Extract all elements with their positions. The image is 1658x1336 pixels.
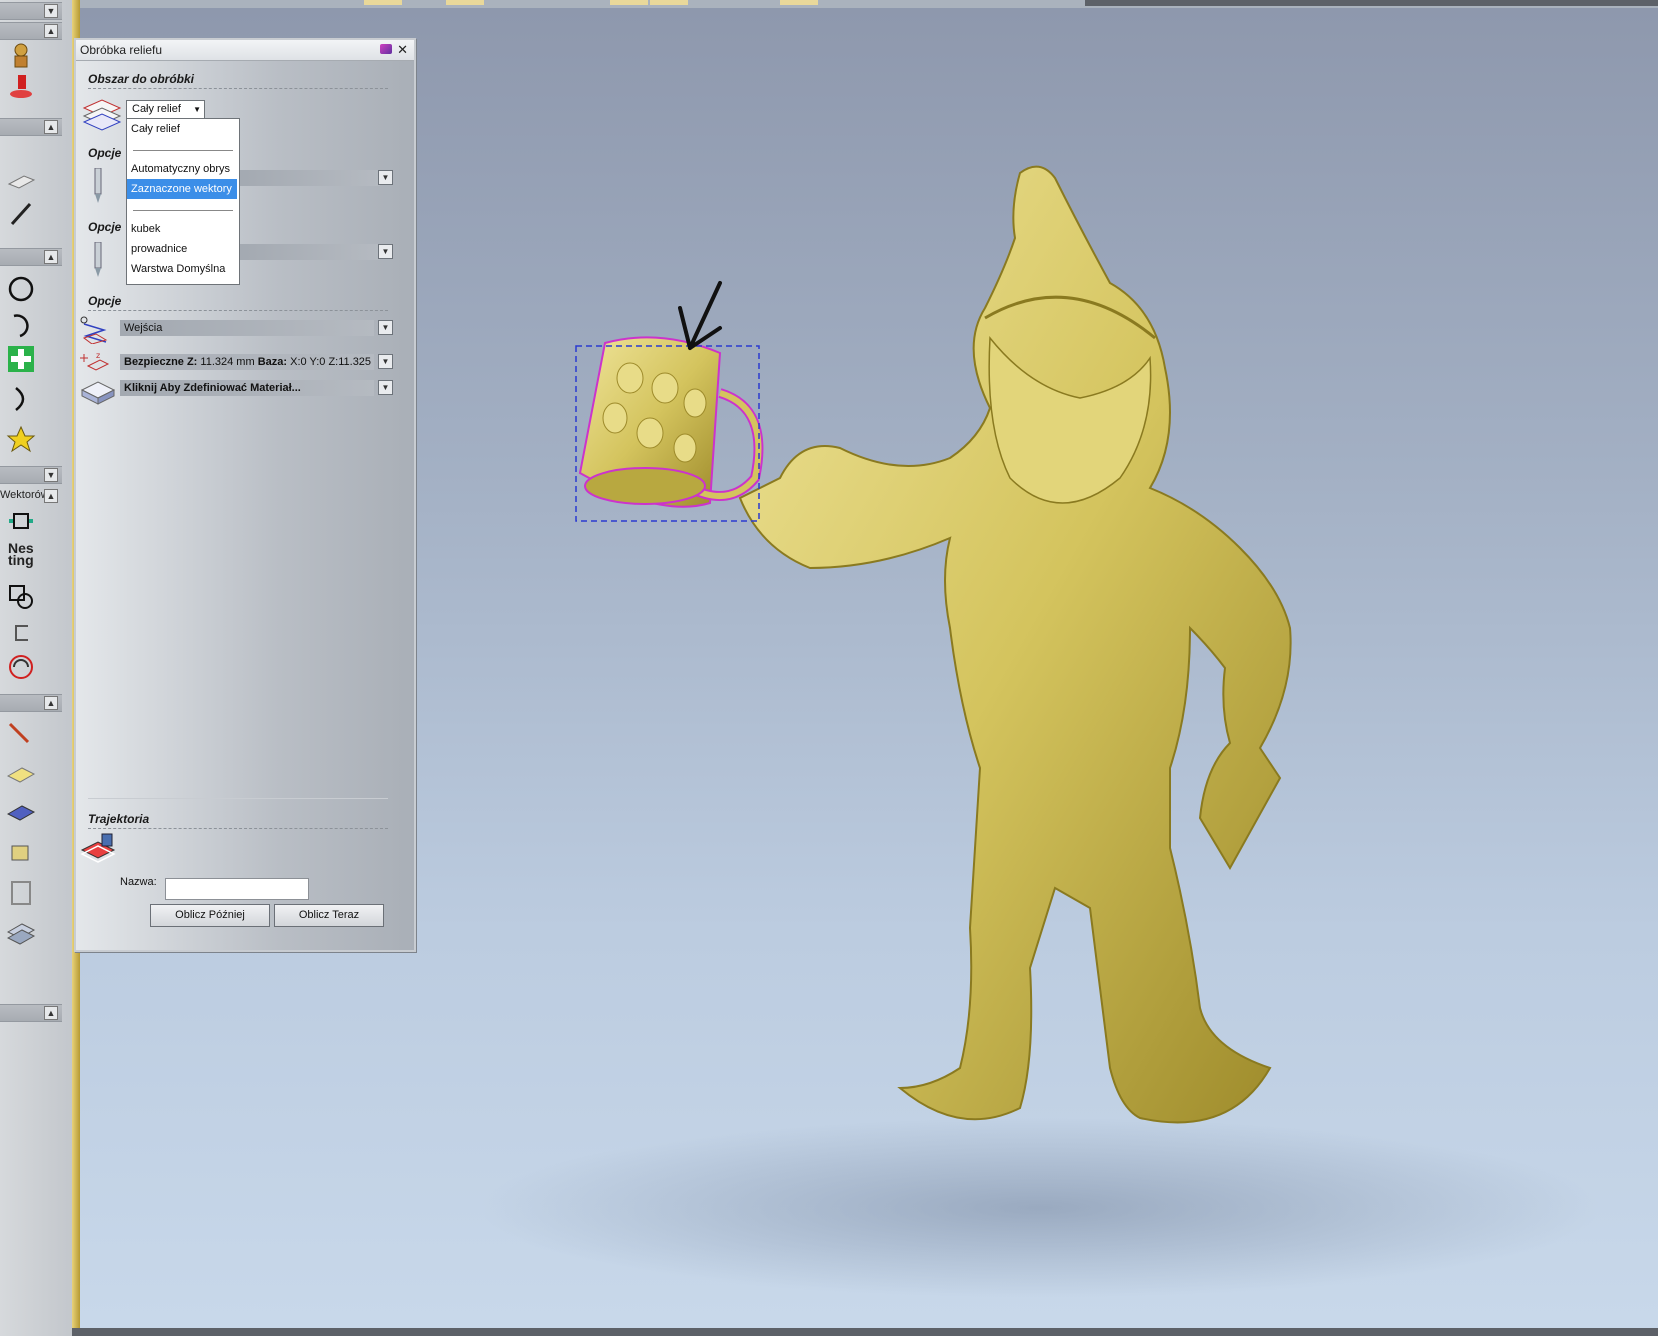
plane-icon[interactable] [6, 798, 36, 828]
section-options-title: Opcje [88, 146, 122, 160]
pencil-icon[interactable] [6, 198, 36, 228]
base-value: X:0 Y:0 Z:11.325 [290, 356, 372, 368]
safe-z-value: 11.324 mm [200, 356, 255, 368]
toolpath-icon [80, 833, 116, 863]
chevron-down-icon[interactable]: ▼ [378, 320, 393, 335]
dropdown-separator [133, 150, 233, 151]
mug-vector-selection[interactable] [575, 336, 764, 522]
name-field[interactable] [165, 878, 309, 900]
toolbar-section-header[interactable]: ▲ [0, 248, 62, 266]
tool-icon[interactable] [92, 242, 104, 278]
base-label: Baza: [257, 356, 288, 368]
toolbar-section-header[interactable]: ▲ [0, 118, 62, 136]
tool-icon[interactable] [92, 168, 104, 204]
trajectory-section-title: Trajektoria [88, 812, 150, 826]
circle-icon[interactable] [6, 274, 36, 304]
vector-square-icon[interactable] [6, 506, 36, 536]
divider [88, 798, 388, 799]
spiral-icon[interactable] [6, 652, 36, 682]
figure-icon[interactable] [6, 40, 36, 70]
area-dropdown-list[interactable]: Cały relief Automatyczny obrys Zaznaczon… [126, 118, 240, 285]
safe-z-icon: z [80, 351, 110, 371]
area-icon [82, 99, 122, 131]
chevron-down-icon: ▼ [193, 105, 201, 114]
calculate-later-button[interactable]: Oblicz Później [150, 904, 270, 927]
vectors-label: Wektorów [0, 489, 49, 501]
material-icon [80, 381, 116, 405]
chevron-down-icon[interactable]: ▼ [378, 380, 393, 395]
pin-icon[interactable] [380, 44, 392, 54]
relief-machining-panel: Obróbka reliefu ✕ Obszar do obróbki Cały… [74, 38, 416, 952]
toolbar-section-header[interactable]: ▲ [0, 1004, 62, 1022]
area-combo[interactable]: Cały relief ▼ [126, 100, 205, 119]
dropdown-item[interactable]: Automatyczny obrys [127, 159, 237, 179]
toolbar-section-header[interactable]: ▲ [0, 22, 62, 40]
chevron-down-icon[interactable]: ▼ [378, 170, 393, 185]
section-options-title: Opcje [88, 220, 122, 234]
section-options-title: Opcje [88, 294, 122, 308]
layers-icon[interactable] [6, 918, 36, 948]
panel-title: Obróbka reliefu [80, 43, 163, 57]
dropdown-item[interactable]: kubek [127, 219, 237, 239]
divider [88, 828, 388, 829]
toolbar-section-header[interactable]: ▲ [0, 694, 62, 712]
toolbar-section-header[interactable]: ▲ [44, 488, 62, 504]
section-area-title: Obszar do obróbki [88, 72, 195, 86]
safe-z-label: Bezpieczne Z: [124, 356, 198, 368]
inputs-bar[interactable]: Wejścia [120, 320, 374, 336]
sculpt-icon[interactable] [6, 718, 36, 748]
svg-text:z: z [96, 351, 100, 360]
material-bar[interactable]: Kliknij Aby Zdefiniować Materiał... [120, 380, 374, 396]
curve-icon[interactable] [6, 384, 36, 414]
add-icon[interactable] [6, 344, 36, 374]
toolbar-section-header[interactable]: ▼ [0, 466, 62, 484]
dropdown-item[interactable]: Warstwa Domyślna [127, 259, 237, 279]
block-icon[interactable] [6, 166, 36, 196]
dropdown-separator [133, 210, 233, 211]
boolean-icon[interactable] [6, 582, 36, 612]
panel-titlebar[interactable]: Obróbka reliefu ✕ [76, 40, 414, 61]
dropdown-item[interactable]: Cały relief [127, 119, 237, 139]
close-icon[interactable]: ✕ [397, 40, 408, 60]
calculate-now-button[interactable]: Oblicz Teraz [274, 904, 384, 927]
frame-icon[interactable] [6, 878, 36, 908]
layer-icon[interactable] [6, 758, 36, 788]
chevron-down-icon[interactable]: ▼ [378, 354, 393, 369]
paint-icon[interactable] [6, 72, 36, 102]
chevron-down-icon[interactable]: ▼ [378, 244, 393, 259]
area-combo-value: Cały relief [132, 103, 181, 115]
inputs-icon [80, 316, 108, 344]
tool-bar[interactable] [236, 244, 380, 260]
arc-icon[interactable] [6, 310, 36, 340]
dropdown-item-selected[interactable]: Zaznaczone wektory [127, 179, 237, 199]
stack-icon[interactable] [6, 838, 36, 868]
divider [88, 88, 388, 89]
star-icon[interactable] [6, 424, 36, 454]
toolbar-section-header[interactable]: ▼ [0, 2, 62, 20]
status-strip [72, 1328, 1658, 1336]
divider [88, 310, 388, 311]
annotation-arrow [678, 281, 722, 350]
nesting-icon[interactable]: Nes ting [8, 541, 34, 567]
left-toolbar: ▼ ▲ ▲ ▲ ▼ Wektorów ▲ Nes ting ▲ ▲ [0, 0, 73, 1336]
name-label: Nazwa: [120, 876, 157, 888]
safe-z-bar[interactable]: Bezpieczne Z: 11.324 mm Baza: X:0 Y:0 Z:… [120, 354, 374, 370]
tool-bar[interactable] [236, 170, 380, 186]
dropdown-item[interactable]: prowadnice [127, 239, 237, 259]
offset-icon[interactable] [6, 618, 36, 648]
